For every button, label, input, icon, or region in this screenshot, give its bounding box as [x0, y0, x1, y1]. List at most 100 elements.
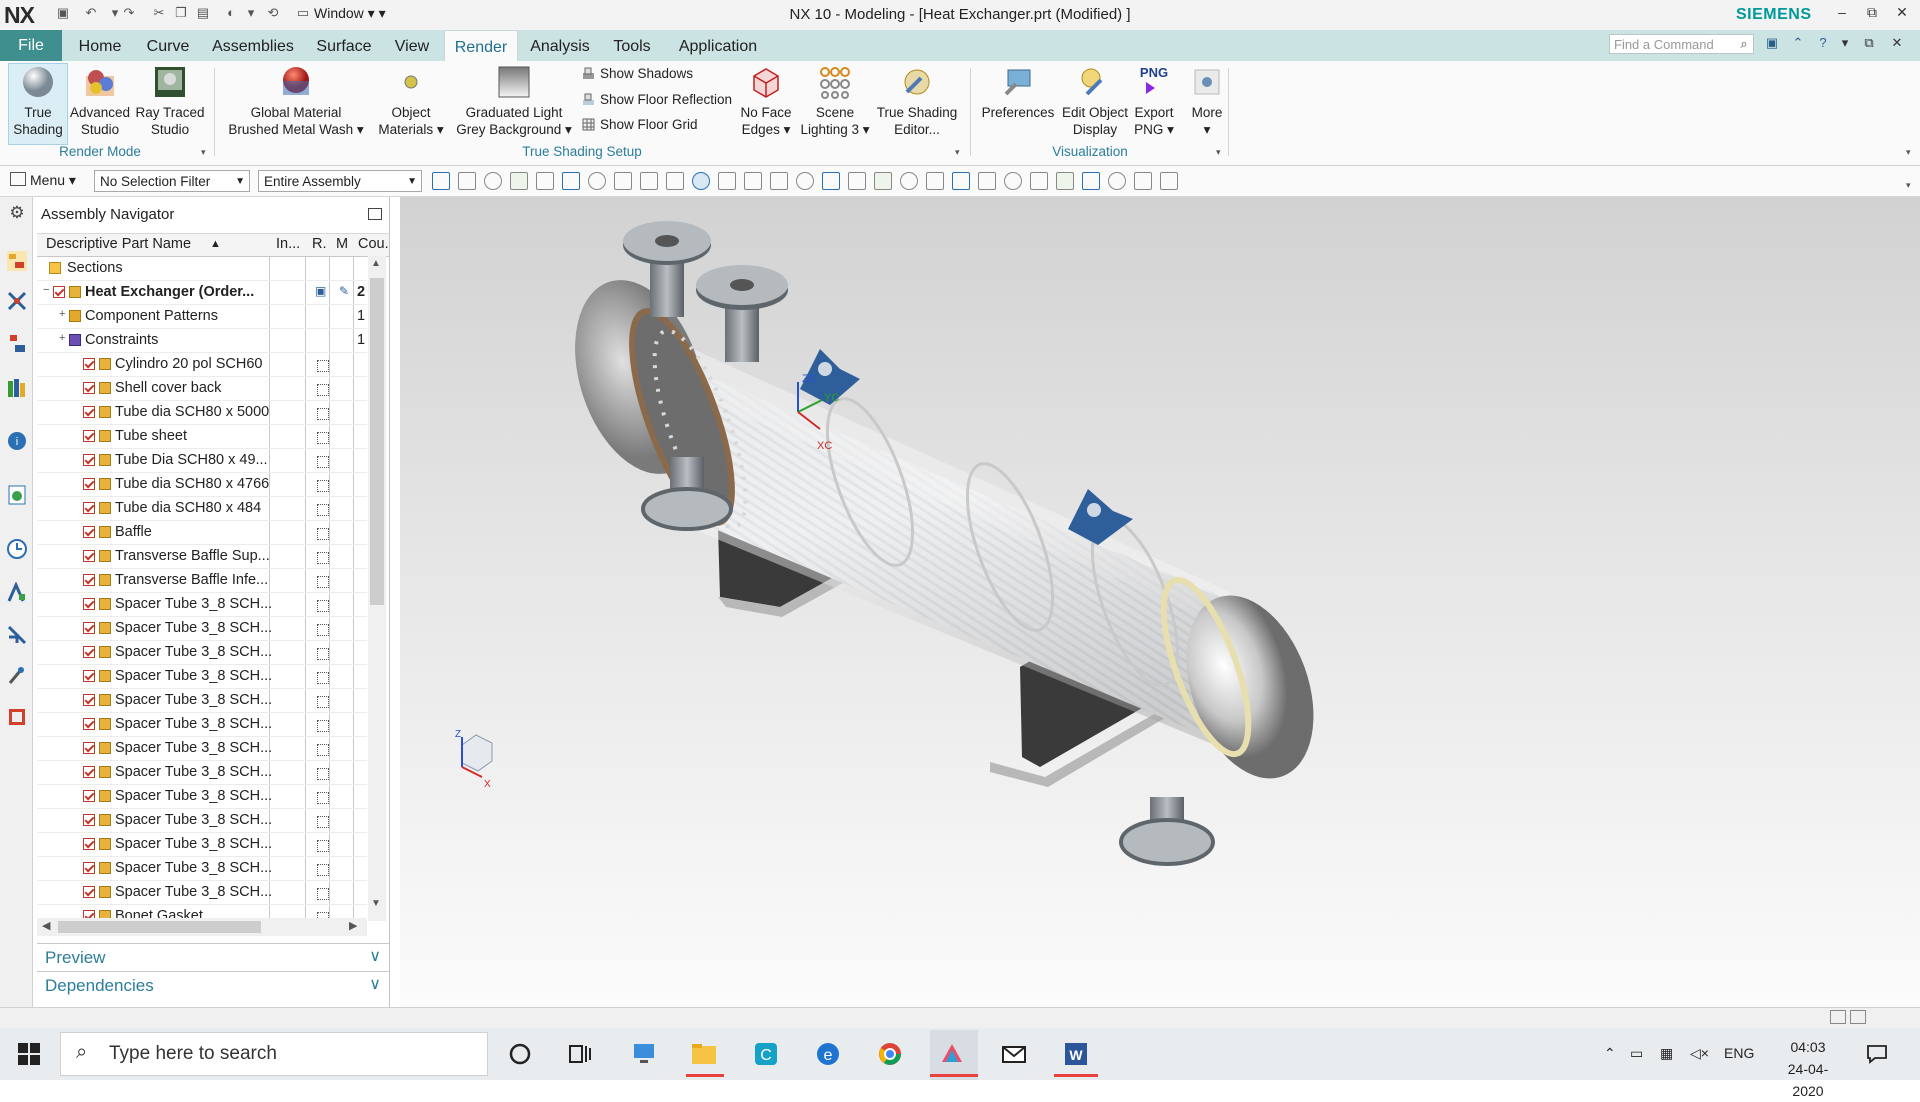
tab-curve[interactable]: Curve: [138, 30, 198, 61]
maximize-panel-icon[interactable]: [368, 208, 382, 220]
visibility-checkbox[interactable]: [83, 574, 95, 586]
ribbon-overflow-icon[interactable]: ▾: [1906, 147, 1911, 158]
help-icon[interactable]: ?: [1814, 35, 1832, 53]
scroll-left-icon[interactable]: ◀: [42, 919, 50, 932]
rotate-view-icon[interactable]: [1056, 172, 1074, 190]
curve-snap-icon[interactable]: [744, 172, 762, 190]
center-icon[interactable]: [848, 172, 866, 190]
visibility-checkbox[interactable]: [83, 718, 95, 730]
visibility-checkbox[interactable]: [83, 646, 95, 658]
collapse-ribbon-icon[interactable]: ⌃: [1789, 35, 1807, 53]
tree-row[interactable]: Spacer Tube 3_8 SCH...: [37, 881, 367, 905]
minimize-button[interactable]: –: [1828, 4, 1856, 20]
column-count[interactable]: Cou.: [358, 236, 389, 252]
tree-row[interactable]: Tube sheet: [37, 425, 367, 449]
wireframe-icon[interactable]: [666, 172, 684, 190]
visibility-checkbox[interactable]: [83, 814, 95, 826]
visibility-checkbox[interactable]: [83, 430, 95, 442]
visibility-checkbox[interactable]: [83, 598, 95, 610]
roles-icon[interactable]: [6, 665, 28, 687]
visibility-checkbox[interactable]: [83, 406, 95, 418]
scroll-right-icon[interactable]: ▶: [349, 919, 357, 932]
tree-row[interactable]: Tube dia SCH80 x 5000: [37, 401, 367, 425]
visibility-checkbox[interactable]: [83, 358, 95, 370]
tree-row[interactable]: Spacer Tube 3_8 SCH...: [37, 593, 367, 617]
menu-button[interactable]: Menu ▾: [10, 172, 76, 189]
windows-start-icon[interactable]: [18, 1043, 40, 1065]
visibility-checkbox[interactable]: [83, 382, 95, 394]
column-read-only[interactable]: R.: [312, 236, 327, 252]
collapse-icon[interactable]: −: [43, 284, 49, 296]
more-button[interactable]: More ▾: [1180, 64, 1234, 138]
tree-row[interactable]: Spacer Tube 3_8 SCH...: [37, 737, 367, 761]
tree-row[interactable]: Tube Dia SCH80 x 49...: [37, 449, 367, 473]
layer-icon[interactable]: [1082, 172, 1100, 190]
visibility-checkbox[interactable]: [83, 670, 95, 682]
history-clock-icon[interactable]: [6, 538, 28, 560]
measure-icon[interactable]: [978, 172, 996, 190]
tree-row[interactable]: + Constraints 1: [37, 329, 367, 353]
process-studio-icon[interactable]: [6, 582, 28, 604]
word-icon[interactable]: W: [1062, 1040, 1090, 1068]
color-icon[interactable]: [1134, 172, 1152, 190]
task-view-icon[interactable]: [566, 1040, 594, 1068]
tree-row[interactable]: + Component Patterns 1: [37, 305, 367, 329]
filter-icon[interactable]: [1160, 172, 1178, 190]
doc-restore-icon[interactable]: ⧉: [1860, 35, 1878, 53]
visibility-checkbox[interactable]: [83, 838, 95, 850]
tab-application[interactable]: Application: [668, 30, 768, 61]
volume-muted-icon[interactable]: ◁×: [1690, 1045, 1709, 1062]
web-browser-icon[interactable]: [6, 484, 28, 506]
tree-row[interactable]: Spacer Tube 3_8 SCH...: [37, 665, 367, 689]
column-in-session[interactable]: In...: [276, 236, 300, 252]
chrome-icon[interactable]: [876, 1040, 904, 1068]
scroll-down-icon[interactable]: ▼: [371, 898, 381, 909]
quadrant-icon[interactable]: [874, 172, 892, 190]
close-button[interactable]: ✕: [1888, 4, 1916, 21]
preferences-button[interactable]: Preferences: [976, 64, 1060, 121]
tree-row[interactable]: Spacer Tube 3_8 SCH...: [37, 833, 367, 857]
view-select-icon[interactable]: [614, 172, 632, 190]
tab-view[interactable]: View: [386, 30, 438, 61]
visibility-checkbox[interactable]: [83, 454, 95, 466]
assembly-navigator-icon[interactable]: [6, 250, 28, 272]
edit-object-display-button[interactable]: Edit Object Display: [1058, 64, 1132, 138]
visibility-checkbox[interactable]: [83, 502, 95, 514]
dimension-icon[interactable]: [952, 172, 970, 190]
true-shading-button[interactable]: True Shading: [8, 64, 68, 138]
visibility-checkbox[interactable]: [83, 478, 95, 490]
setup-expand-icon[interactable]: ▾: [955, 147, 960, 158]
doc-close-icon[interactable]: ✕: [1888, 35, 1906, 53]
object-materials-button[interactable]: Object Materials ▾: [372, 64, 450, 138]
taskbar-clock[interactable]: 04:03 24-04-2020: [1780, 1036, 1836, 1102]
status-icon[interactable]: [1830, 1010, 1846, 1024]
help-dropdown-icon[interactable]: ▾: [1836, 35, 1854, 53]
edge-chromium-icon[interactable]: C: [752, 1040, 780, 1068]
fit-view-icon[interactable]: [1004, 172, 1022, 190]
visibility-checkbox[interactable]: [83, 766, 95, 778]
shaded-cube-icon[interactable]: [640, 172, 658, 190]
visibility-checkbox[interactable]: [83, 790, 95, 802]
tree-row[interactable]: Spacer Tube 3_8 SCH...: [37, 761, 367, 785]
tab-surface[interactable]: Surface: [308, 30, 380, 61]
tree-row[interactable]: Transverse Baffle Sup...: [37, 545, 367, 569]
status-icon[interactable]: [1850, 1010, 1866, 1024]
tree-row[interactable]: Spacer Tube 3_8 SCH...: [37, 641, 367, 665]
search-icon[interactable]: ⌕: [1735, 36, 1753, 54]
tab-home[interactable]: Home: [68, 30, 132, 61]
tree-row[interactable]: Spacer Tube 3_8 SCH...: [37, 857, 367, 881]
graphics-window[interactable]: ZC YC XC Z X: [400, 197, 1920, 1007]
toolbar-overflow-icon[interactable]: ▾: [1906, 180, 1911, 191]
ray-traced-studio-button[interactable]: Ray Traced Studio: [134, 64, 206, 138]
visibility-checkbox[interactable]: [83, 622, 95, 634]
tree-row[interactable]: Spacer Tube 3_8 SCH...: [37, 785, 367, 809]
tree-node-sections[interactable]: Sections: [37, 257, 367, 281]
cortana-icon[interactable]: [506, 1040, 534, 1068]
no-face-edges-button[interactable]: No Face Edges ▾: [736, 64, 796, 138]
tab-render[interactable]: Render: [444, 30, 518, 62]
visibility-checkbox[interactable]: [83, 694, 95, 706]
true-shading-editor-button[interactable]: True Shading Editor...: [874, 64, 960, 138]
horizontal-scroll-thumb[interactable]: [58, 921, 261, 933]
visibility-checkbox[interactable]: [83, 742, 95, 754]
tab-assemblies[interactable]: Assemblies: [206, 30, 300, 61]
